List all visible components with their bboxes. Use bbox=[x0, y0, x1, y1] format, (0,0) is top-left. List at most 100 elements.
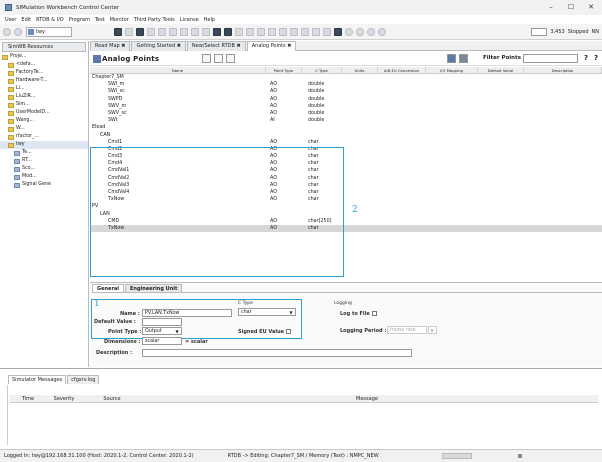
table-row[interactable]: Cmd1 AO char bbox=[90, 139, 602, 146]
probe3-icon[interactable] bbox=[268, 27, 276, 36]
resources-tab[interactable]: SimWB Resources bbox=[2, 42, 86, 52]
signal-icon[interactable] bbox=[180, 27, 188, 36]
matrix-icon[interactable] bbox=[224, 27, 232, 36]
tree-item[interactable]: Sco... bbox=[0, 165, 88, 173]
tree-item[interactable]: Li... bbox=[0, 85, 88, 93]
probe-icon[interactable] bbox=[246, 27, 254, 36]
copy-icon[interactable] bbox=[214, 54, 223, 63]
menu-item-test[interactable]: Test bbox=[95, 17, 105, 23]
dimensions-field[interactable]: scalar bbox=[142, 337, 182, 345]
tree-item[interactable]: Proje... bbox=[0, 53, 88, 61]
project-selector[interactable]: twy bbox=[26, 26, 72, 37]
tab-simulator-messages[interactable]: Simulator Messages bbox=[8, 375, 67, 384]
grid2-icon[interactable] bbox=[301, 27, 309, 36]
pause-icon[interactable] bbox=[345, 27, 353, 36]
save-icon[interactable] bbox=[202, 54, 211, 63]
scope-icon[interactable] bbox=[235, 27, 243, 36]
probe2-icon[interactable] bbox=[257, 27, 265, 36]
minimize-button[interactable]: – bbox=[542, 2, 560, 12]
grid4-icon[interactable] bbox=[323, 27, 331, 36]
signed-eu-checkbox[interactable] bbox=[286, 329, 292, 334]
menu-item-user[interactable]: User bbox=[5, 17, 16, 23]
export-icon[interactable] bbox=[226, 54, 235, 63]
chart-icon[interactable] bbox=[279, 27, 287, 36]
menu-item-program[interactable]: Program bbox=[69, 17, 90, 23]
column-header[interactable]: Name bbox=[90, 67, 266, 73]
menu-item-rtdb-i-o[interactable]: RTDB & I/O bbox=[36, 17, 64, 23]
rtdb-icon[interactable] bbox=[114, 27, 122, 36]
column-header[interactable]: Default Value bbox=[478, 67, 524, 73]
tab-3[interactable]: Analog Points ✖ bbox=[246, 41, 297, 51]
grid3-icon[interactable] bbox=[312, 27, 320, 36]
tab-engineering-unit[interactable]: Engineering Unit bbox=[125, 284, 183, 292]
step-count-field[interactable] bbox=[531, 28, 548, 36]
tab-general[interactable]: General bbox=[92, 284, 124, 292]
menu-item-help[interactable]: Help bbox=[204, 17, 215, 23]
column-header[interactable]: I/O Mapping bbox=[426, 67, 478, 73]
tree-item[interactable]: RT... bbox=[0, 157, 88, 165]
name-field[interactable]: PV.LAN.TxNow bbox=[142, 309, 232, 317]
table-row[interactable]: SWI_sc AO double bbox=[90, 88, 602, 95]
default-value-field[interactable] bbox=[142, 318, 182, 326]
table-row[interactable]: Chapter7_SM bbox=[90, 74, 602, 81]
logging-period-field[interactable]: frame rate bbox=[387, 326, 427, 334]
table-row[interactable]: SWI_m AO double bbox=[90, 81, 602, 88]
tab-1[interactable]: Getting Started ✖ bbox=[131, 41, 186, 51]
tab-2[interactable]: New/Select RTDB ✖ bbox=[186, 41, 246, 51]
help-icon[interactable]: ? bbox=[584, 54, 588, 62]
record-icon[interactable] bbox=[334, 27, 342, 36]
table-row[interactable]: Elead bbox=[90, 124, 602, 131]
filter-input[interactable] bbox=[523, 54, 578, 63]
help-icon-2[interactable]: ? bbox=[594, 54, 598, 62]
model-icon[interactable] bbox=[213, 27, 221, 36]
column-header[interactable]: A/B EU Conversion bbox=[378, 67, 426, 73]
table-icon[interactable] bbox=[136, 27, 144, 36]
mapping-icon[interactable] bbox=[169, 27, 177, 36]
maximize-button[interactable]: ☐ bbox=[562, 2, 580, 12]
description-field[interactable] bbox=[142, 349, 412, 357]
tree-item[interactable]: LiuZiR... bbox=[0, 93, 88, 101]
tree-item[interactable]: Signal Gene bbox=[0, 181, 88, 189]
tree-item[interactable]: W... bbox=[0, 125, 88, 133]
table-row[interactable]: SWV_sc AO double bbox=[90, 110, 602, 117]
menu-item-license[interactable]: License bbox=[180, 17, 199, 23]
log-to-file-checkbox[interactable] bbox=[371, 311, 377, 316]
folder-icon[interactable] bbox=[191, 27, 199, 36]
ctype-select[interactable]: char ▼ bbox=[238, 308, 296, 316]
menu-item-third-party-tools[interactable]: Third Party Tools bbox=[134, 17, 175, 23]
list-icon[interactable] bbox=[125, 27, 133, 36]
tree-item[interactable]: Sim... bbox=[0, 101, 88, 109]
tree-item[interactable]: Hardware-T... bbox=[0, 77, 88, 85]
back-icon[interactable] bbox=[3, 27, 11, 36]
tree-item[interactable]: Mod... bbox=[0, 173, 88, 181]
logging-period-dropdown[interactable]: ▼ bbox=[428, 326, 437, 334]
table-row[interactable]: CAN bbox=[90, 132, 602, 139]
step-icon[interactable] bbox=[378, 27, 386, 36]
play-icon[interactable] bbox=[356, 27, 364, 36]
table-row[interactable]: SWPD AO double bbox=[90, 96, 602, 103]
tree-item[interactable]: Wang... bbox=[0, 117, 88, 125]
column-header[interactable]: Point Type bbox=[266, 67, 302, 73]
grid-icon[interactable] bbox=[290, 27, 298, 36]
column-header[interactable]: Description bbox=[524, 67, 602, 73]
column-header[interactable]: C Type bbox=[302, 67, 342, 73]
tab-cfgsrv-log[interactable]: cfgsrv.log bbox=[67, 375, 100, 384]
analog-icon[interactable] bbox=[147, 27, 155, 36]
tree-item[interactable]: twy bbox=[0, 141, 88, 149]
digital-icon[interactable] bbox=[158, 27, 166, 36]
close-button[interactable]: ✕ bbox=[582, 2, 600, 12]
filter-icon[interactable] bbox=[447, 54, 456, 63]
table-row[interactable]: SWV_m AO double bbox=[90, 103, 602, 110]
script-icon[interactable] bbox=[202, 27, 210, 36]
stop-icon[interactable] bbox=[367, 27, 375, 36]
column-header[interactable]: Units bbox=[342, 67, 378, 73]
tree-item[interactable]: <defa... bbox=[0, 61, 88, 69]
tree-item[interactable]: FactoryTe... bbox=[0, 69, 88, 77]
tree-item[interactable]: UserModelD... bbox=[0, 109, 88, 117]
point-type-select[interactable]: Output ▼ bbox=[142, 327, 182, 335]
menu-item-monitor[interactable]: Monitor bbox=[110, 17, 129, 23]
tab-0[interactable]: Road Map ✖ bbox=[90, 41, 131, 51]
tree-item[interactable]: rfactor_... bbox=[0, 133, 88, 141]
table-row[interactable]: SWt AI double bbox=[90, 117, 602, 124]
filter2-icon[interactable] bbox=[459, 54, 468, 63]
